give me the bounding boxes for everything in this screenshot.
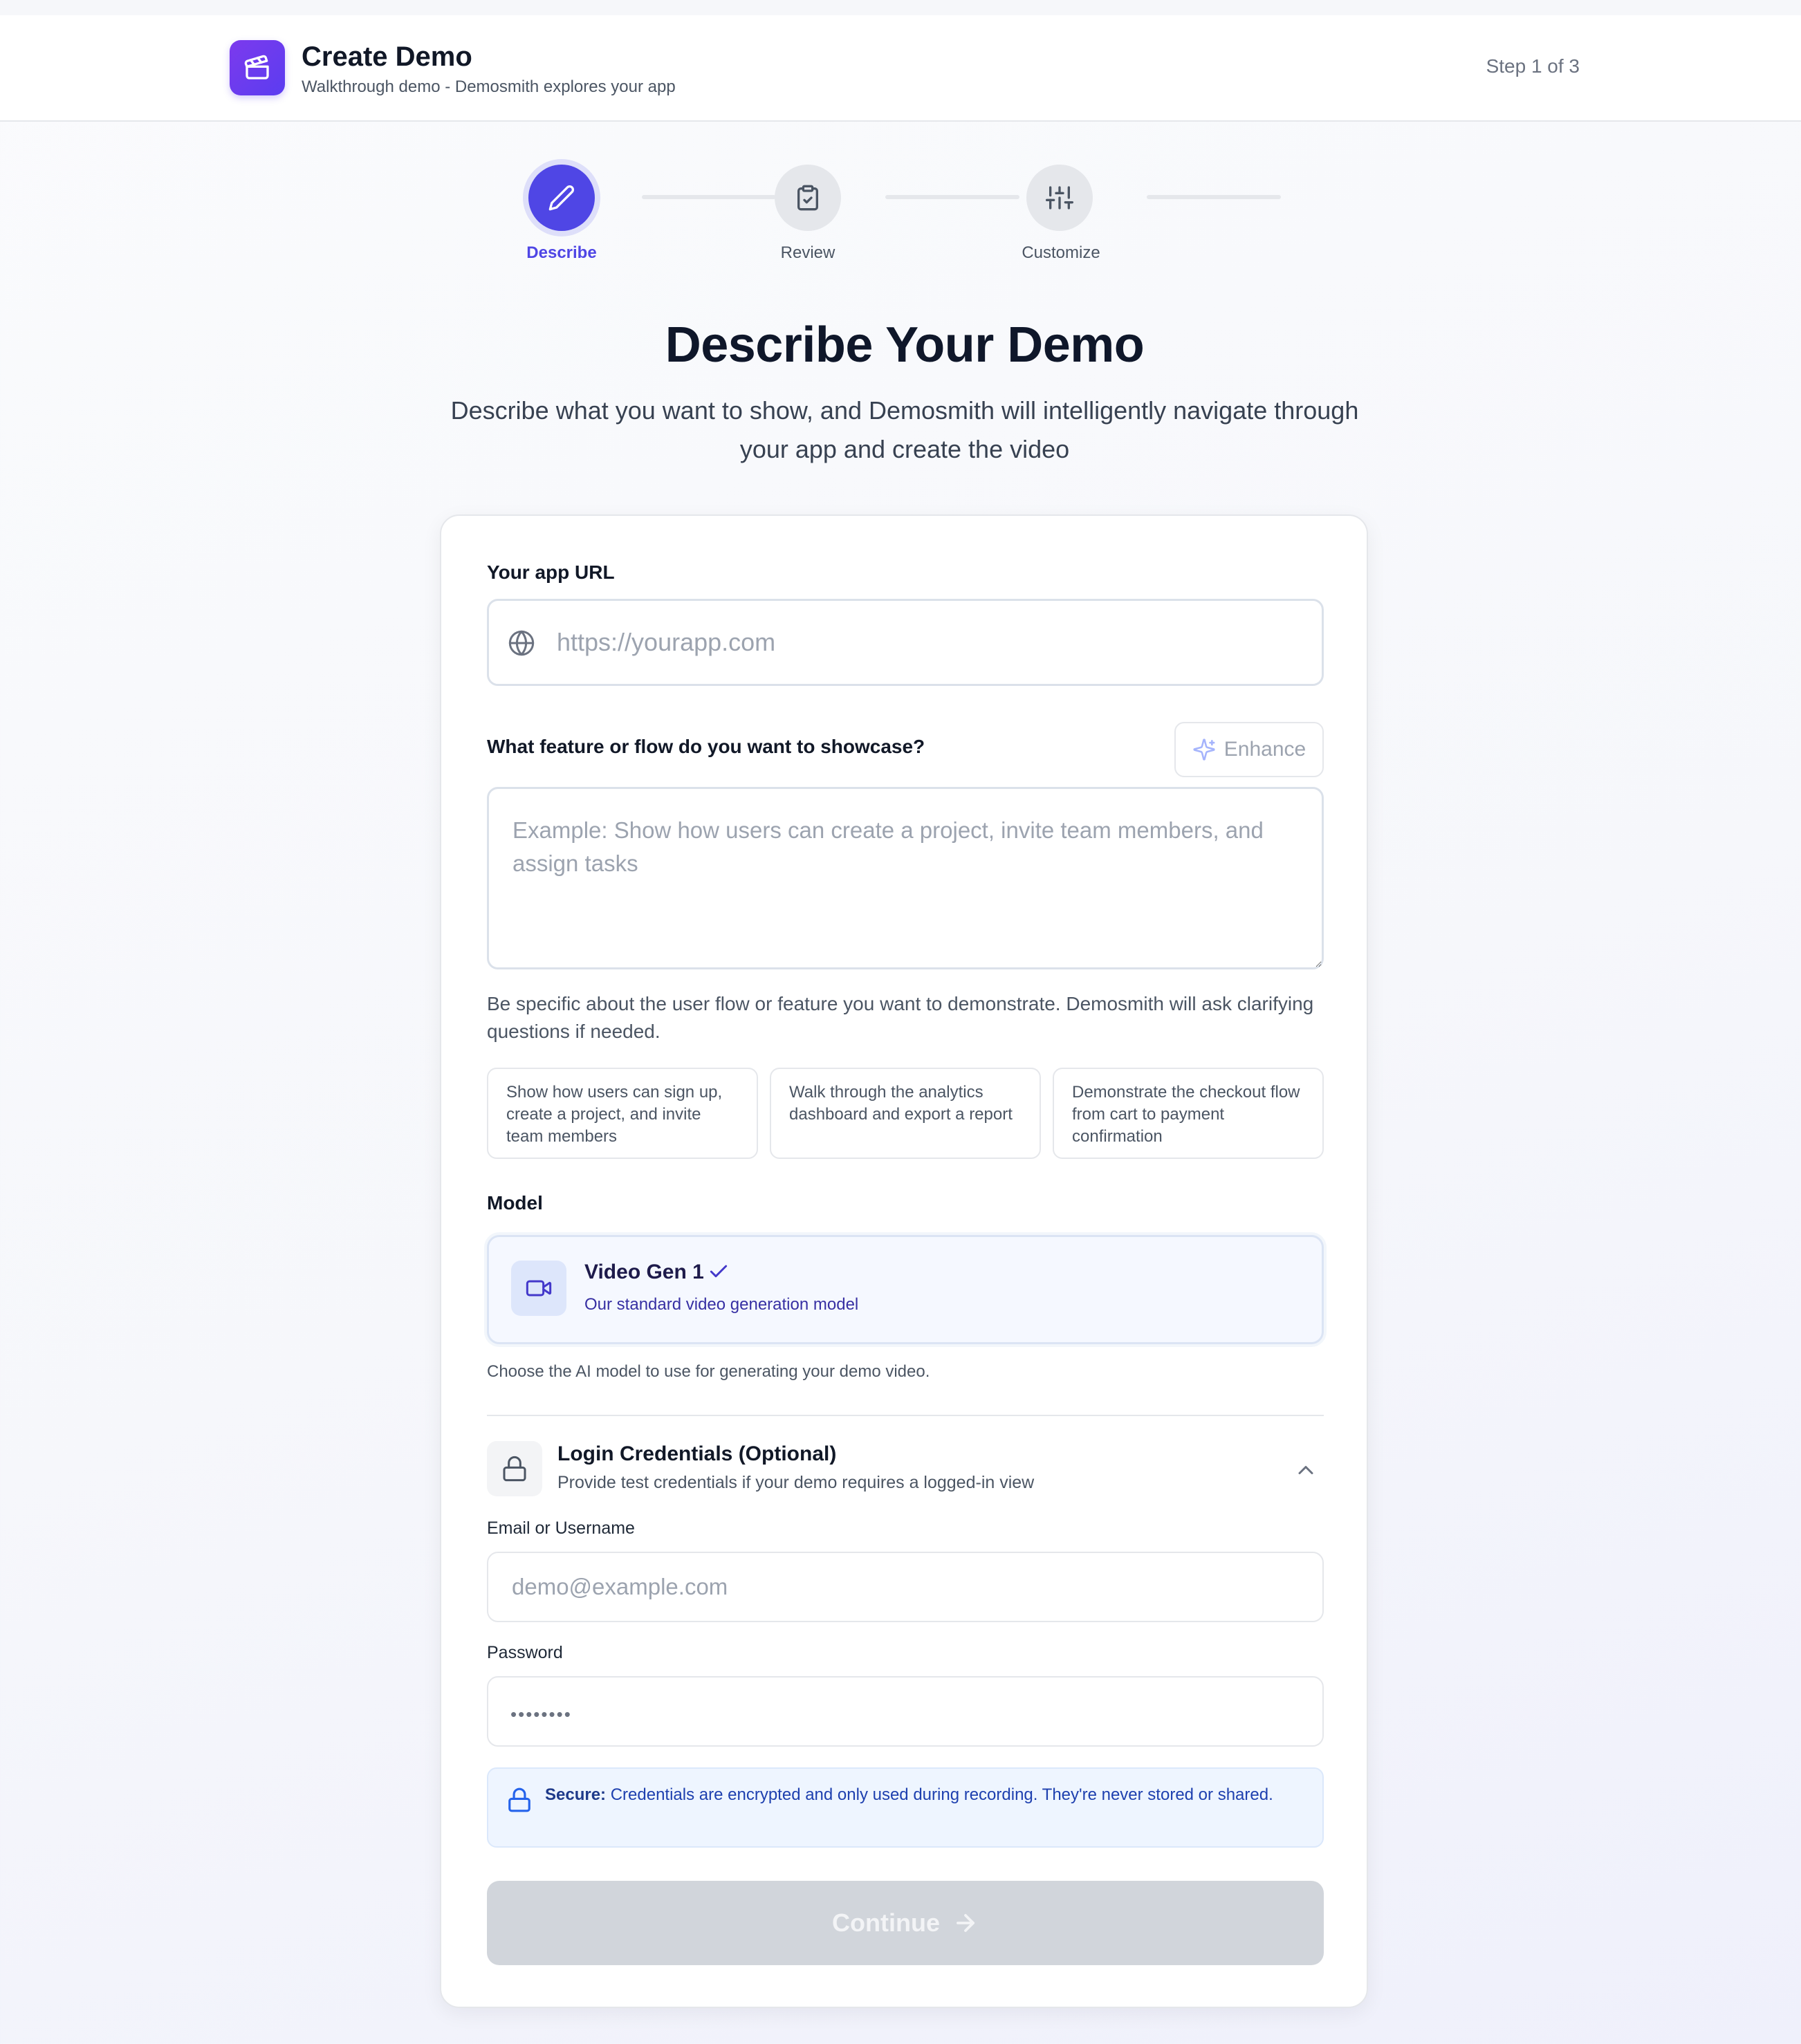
- continue-button[interactable]: Continue: [487, 1881, 1324, 1965]
- step-review[interactable]: [775, 165, 841, 231]
- password-placeholder: ••••••••: [510, 1704, 572, 1725]
- demo-form-card: Your app URL What feature or flow do you…: [440, 514, 1368, 2008]
- app-subtitle: Walkthrough demo - Demosmith explores yo…: [302, 77, 676, 96]
- lock-icon: [508, 1787, 530, 1812]
- continue-label: Continue: [832, 1908, 940, 1937]
- globe-icon: [508, 630, 535, 656]
- credentials-subtitle: Provide test credentials if your demo re…: [557, 1473, 1035, 1492]
- url-input[interactable]: [487, 599, 1324, 686]
- email-field[interactable]: [487, 1552, 1324, 1622]
- suggestion-chip[interactable]: Demonstrate the checkout flow from cart …: [1053, 1068, 1324, 1159]
- step-label-describe: Describe: [526, 243, 597, 262]
- url-label: Your app URL: [487, 561, 615, 583]
- check-icon: [710, 1265, 728, 1278]
- enhance-button[interactable]: Enhance: [1174, 722, 1324, 777]
- sparkles-icon: [1193, 738, 1215, 761]
- secure-notice: Secure: Credentials are encrypted and on…: [487, 1767, 1324, 1848]
- step-connector: [885, 195, 1019, 199]
- step-indicator: Step 1 of 3: [1486, 55, 1580, 77]
- step-label-customize: Customize: [1022, 243, 1100, 262]
- chevron-up-icon[interactable]: [1293, 1458, 1318, 1483]
- secure-text: Secure: Credentials are encrypted and on…: [545, 1784, 1299, 1806]
- app-title: Create Demo: [302, 41, 472, 72]
- model-label: Model: [487, 1192, 543, 1214]
- clipboard-check-icon: [797, 185, 818, 211]
- model-description: Our standard video generation model: [584, 1295, 859, 1314]
- feature-hint: Be specific about the user flow or featu…: [487, 993, 1314, 1042]
- secure-title: Secure:: [545, 1785, 607, 1804]
- section-divider: [487, 1415, 1324, 1416]
- step-label-review: Review: [780, 243, 835, 262]
- sliders-icon: [1046, 186, 1073, 210]
- arrow-right-icon: [957, 1914, 975, 1932]
- step-connector: [1147, 195, 1281, 199]
- video-camera-icon: [511, 1261, 566, 1316]
- page-description: Describe what you want to show, and Demo…: [450, 396, 1359, 463]
- feature-label: What feature or flow do you want to show…: [487, 736, 925, 757]
- lock-icon: [487, 1441, 542, 1496]
- password-field[interactable]: [487, 1676, 1324, 1747]
- password-label: Password: [487, 1643, 563, 1662]
- suggestion-chip[interactable]: Walk through the analytics dashboard and…: [770, 1068, 1041, 1159]
- email-label: Email or Username: [487, 1518, 635, 1538]
- model-option-video-gen-1[interactable]: Video Gen 1 Our standard video generatio…: [487, 1235, 1324, 1344]
- progress-stepper: Describe Review Customize: [0, 122, 1801, 288]
- model-name: Video Gen 1: [584, 1261, 704, 1283]
- pencil-icon: [548, 185, 575, 211]
- clapperboard-logo-icon: [230, 40, 285, 95]
- feature-textarea[interactable]: [487, 787, 1324, 969]
- model-hint: Choose the AI model to use for generatin…: [487, 1362, 930, 1381]
- secure-message: Credentials are encrypted and only used …: [610, 1785, 1273, 1804]
- step-describe[interactable]: [528, 165, 595, 231]
- top-strip: [0, 0, 1801, 15]
- step-customize[interactable]: [1026, 165, 1093, 231]
- app-header: Create Demo Walkthrough demo - Demosmith…: [0, 15, 1801, 122]
- suggestion-chip[interactable]: Show how users can sign up, create a pro…: [487, 1068, 758, 1159]
- enhance-label: Enhance: [1223, 738, 1306, 761]
- credentials-title: Login Credentials (Optional): [557, 1442, 837, 1465]
- step-connector: [642, 195, 776, 199]
- page-title: Describe Your Demo: [665, 317, 1145, 373]
